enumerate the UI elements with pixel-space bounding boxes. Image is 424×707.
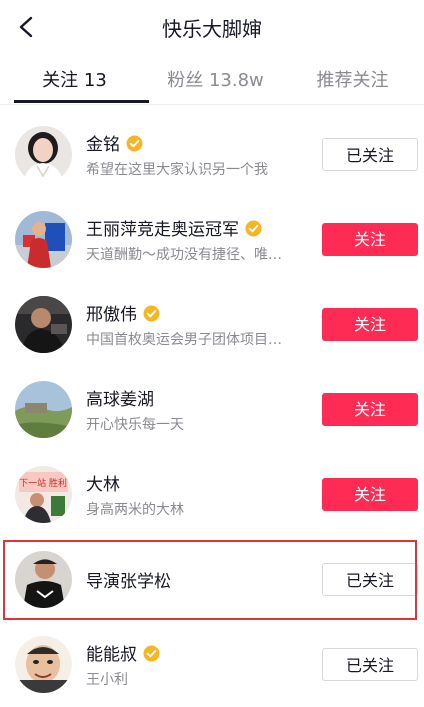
- list-item[interactable]: 导演张学松 已关注: [0, 537, 424, 621]
- user-name: 能能叔: [86, 640, 160, 667]
- user-name: 金铭: [86, 130, 143, 157]
- avatar[interactable]: [15, 381, 72, 438]
- list-item[interactable]: 能能叔 王小利 已关注: [0, 622, 424, 706]
- verified-badge-icon: [143, 645, 160, 667]
- following-button[interactable]: 已关注: [322, 648, 418, 681]
- user-name: 王丽萍竞走奥运冠军: [86, 215, 262, 242]
- user-description: 身高两米的大林: [86, 502, 184, 518]
- avatar[interactable]: [15, 126, 72, 183]
- user-name: 大林: [86, 475, 120, 495]
- avatar[interactable]: 下一站 胜利: [15, 466, 72, 523]
- tab-bar: 关注 13 粉丝 13.8w 推荐关注: [0, 54, 424, 105]
- verified-badge-icon: [245, 220, 262, 242]
- user-description: 天道酬勤～成功没有捷径、唯…: [86, 247, 282, 263]
- list-item[interactable]: 王丽萍竞走奥运冠军 天道酬勤～成功没有捷径、唯… 关注: [0, 197, 424, 281]
- follow-button[interactable]: 关注: [322, 478, 418, 511]
- user-name: 导演张学松: [86, 572, 171, 592]
- user-description: 希望在这里大家认识另一个我: [86, 162, 268, 178]
- following-button[interactable]: 已关注: [322, 138, 418, 171]
- avatar[interactable]: [15, 296, 72, 353]
- list-item[interactable]: 下一站 胜利 大林 身高两米的大林 关注: [0, 452, 424, 536]
- avatar-sign-text: 下一站 胜利: [19, 477, 67, 489]
- top-bar: 快乐大脚婶: [0, 0, 424, 54]
- avatar[interactable]: [15, 636, 72, 693]
- user-description: 中国首枚奥运会男子团体项目…: [86, 332, 282, 348]
- user-description: 王小利: [86, 672, 128, 688]
- user-description: 开心快乐每一天: [86, 417, 184, 433]
- verified-badge-icon: [143, 305, 160, 327]
- tab-recommended[interactable]: 推荐关注: [282, 66, 423, 92]
- list-item[interactable]: 高球姜湖 开心快乐每一天 关注: [0, 367, 424, 451]
- avatar[interactable]: [15, 211, 72, 268]
- user-name: 邢傲伟: [86, 300, 160, 327]
- avatar[interactable]: [15, 551, 72, 608]
- tab-fans[interactable]: 粉丝 13.8w: [145, 66, 286, 92]
- user-name: 高球姜湖: [86, 390, 154, 410]
- list-item[interactable]: 邢傲伟 中国首枚奥运会男子团体项目… 关注: [0, 282, 424, 366]
- verified-badge-icon: [126, 135, 143, 157]
- tab-following[interactable]: 关注 13: [4, 66, 145, 92]
- following-button[interactable]: 已关注: [322, 563, 418, 596]
- follow-button[interactable]: 关注: [322, 308, 418, 341]
- follow-button[interactable]: 关注: [322, 223, 418, 256]
- list-item[interactable]: 金铭 希望在这里大家认识另一个我 已关注: [0, 112, 424, 196]
- active-tab-indicator: [14, 100, 149, 103]
- page-title: 快乐大脚婶: [162, 17, 262, 41]
- follow-button[interactable]: 关注: [322, 393, 418, 426]
